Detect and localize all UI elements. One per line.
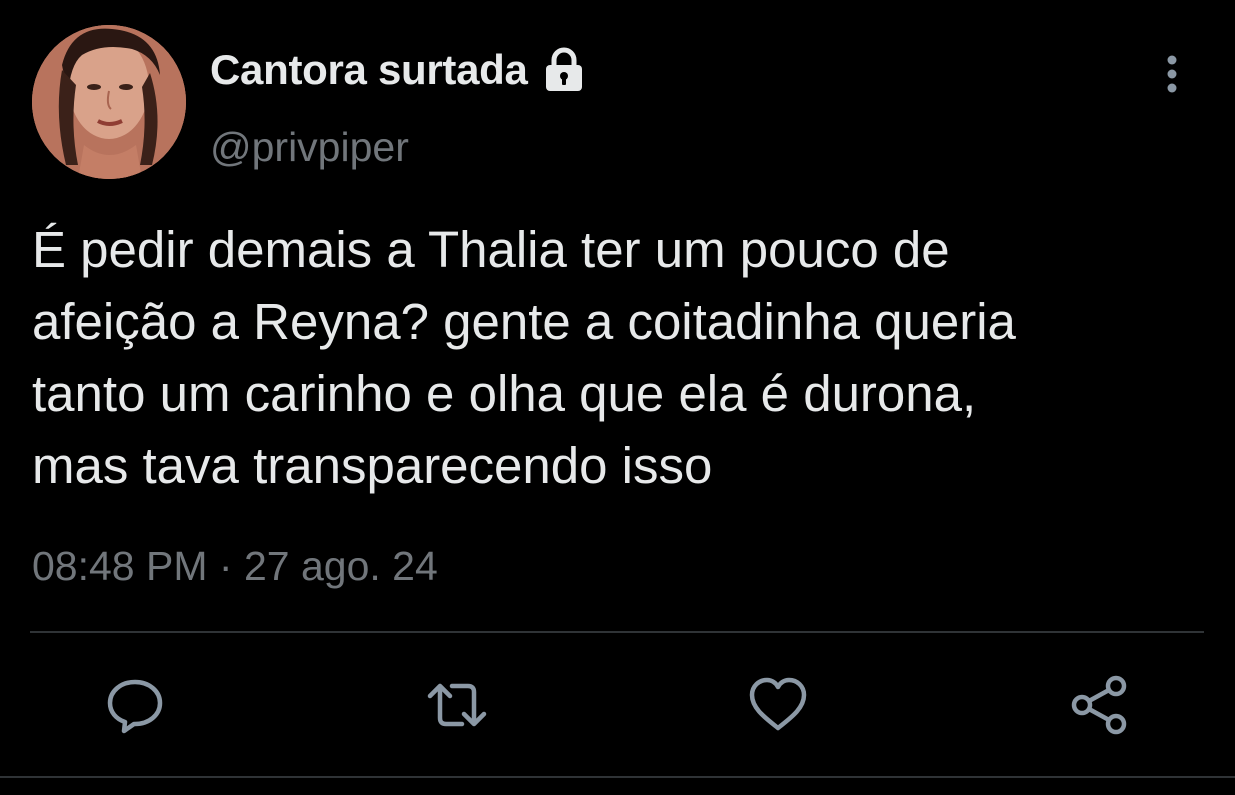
more-vertical-icon[interactable] (1150, 52, 1194, 96)
display-name[interactable]: Cantora surtada (210, 46, 528, 94)
reply-icon[interactable] (104, 674, 166, 736)
tweet-text: É pedir demais a Thalia ter um pouco de … (32, 221, 1016, 494)
lock-icon (540, 46, 588, 94)
divider (30, 631, 1204, 633)
avatar[interactable] (32, 25, 186, 179)
share-icon[interactable] (1070, 674, 1132, 736)
retweet-icon[interactable] (426, 674, 488, 736)
user-handle[interactable]: @privpiper (210, 124, 409, 171)
timestamp-separator: · (218, 543, 233, 589)
tweet-date: 27 ago. 24 (243, 543, 438, 589)
tweet-timestamp: 08:48 PM · 27 ago. 24 (32, 543, 438, 590)
display-name-row: Cantora surtada (210, 46, 588, 94)
tweet-card: Cantora surtada @privpiper É pedir demai… (0, 0, 1235, 795)
avatar-image (32, 25, 186, 179)
tweet-time: 08:48 PM (32, 543, 208, 589)
heart-icon[interactable] (747, 674, 809, 736)
bottom-divider (0, 776, 1235, 778)
